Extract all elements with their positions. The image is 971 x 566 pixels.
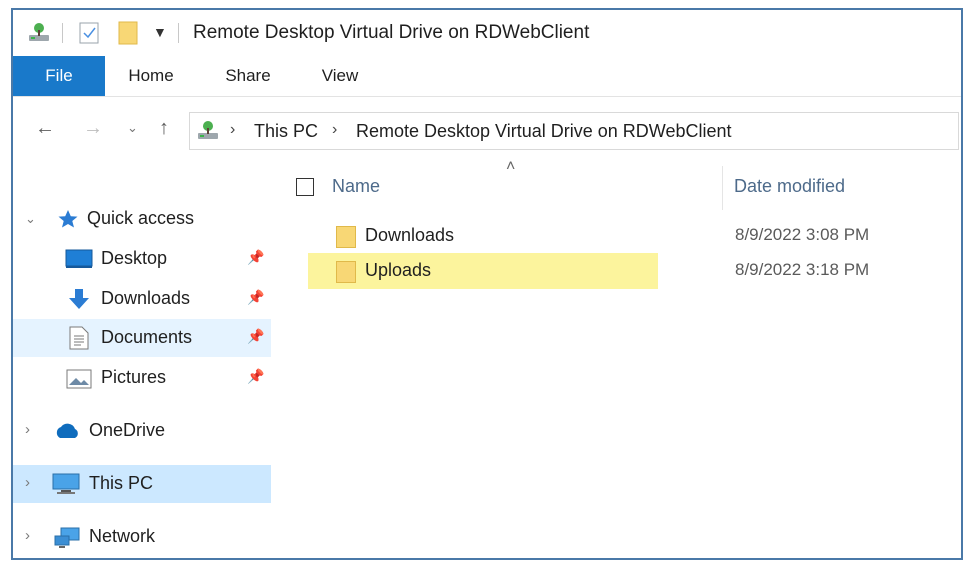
tab-home[interactable]: Home: [119, 56, 183, 96]
nav-label: Downloads: [101, 288, 191, 308]
expand-chevron-icon[interactable]: ›: [25, 527, 30, 544]
address-bar[interactable]: › This PC › Remote Desktop Virtual Drive…: [189, 112, 959, 150]
column-header-date-modified[interactable]: Date modified: [734, 176, 845, 197]
toolbar-separator: [178, 23, 179, 43]
nav-network[interactable]: › Network: [13, 518, 271, 556]
pin-icon[interactable]: 📌: [247, 289, 264, 306]
network-icon: [53, 526, 81, 555]
recent-locations-chevron-icon[interactable]: ⌄: [127, 120, 138, 136]
properties-icon[interactable]: [79, 22, 99, 49]
file-list: ˄ Name Date modified Downloads 8/9/2022 …: [278, 158, 961, 558]
download-arrow-icon: [67, 287, 91, 316]
nav-item-documents[interactable]: Documents 📌: [13, 319, 271, 357]
breadcrumb-separator-icon: ›: [332, 121, 338, 138]
back-arrow-icon[interactable]: ←: [35, 117, 55, 140]
pin-icon[interactable]: 📌: [247, 368, 264, 385]
nav-label: Desktop: [101, 248, 168, 268]
pin-icon[interactable]: 📌: [247, 328, 264, 345]
toolbar-separator: [62, 23, 63, 43]
cloud-icon: [53, 423, 81, 444]
star-icon: [57, 209, 79, 234]
pin-icon[interactable]: 📌: [247, 249, 264, 266]
computer-icon: [51, 473, 81, 500]
file-date: 8/9/2022 3:18 PM: [735, 260, 870, 279]
nav-label: Documents: [101, 327, 193, 347]
drive-icon[interactable]: [27, 21, 51, 50]
file-date: 8/9/2022 3:08 PM: [735, 225, 870, 244]
nav-label: Quick access: [87, 208, 195, 228]
file-name: Downloads: [365, 225, 455, 245]
drive-icon: [196, 119, 220, 148]
select-all-checkbox[interactable]: [296, 178, 314, 196]
customize-dropdown-icon[interactable]: ▼: [153, 24, 167, 40]
file-row[interactable]: Downloads 8/9/2022 3:08 PM: [308, 218, 958, 254]
nav-item-pictures[interactable]: Pictures 📌: [13, 359, 271, 397]
file-name: Uploads: [365, 260, 432, 280]
nav-label: OneDrive: [89, 420, 166, 440]
nav-item-downloads[interactable]: Downloads 📌: [13, 280, 271, 318]
title-bar: ▼ Remote Desktop Virtual Drive on RDWebC…: [13, 10, 961, 56]
breadcrumb-separator-icon: ›: [230, 121, 236, 138]
expand-chevron-icon[interactable]: ›: [25, 421, 30, 438]
forward-arrow-icon[interactable]: →: [83, 117, 103, 140]
navigation-pane: ⌄ Quick access Desktop 📌 Downloads 📌 Doc…: [13, 164, 273, 558]
column-divider[interactable]: [722, 166, 723, 210]
nav-item-desktop[interactable]: Desktop 📌: [13, 240, 271, 278]
address-row: ← → ⌄ ↑ › This PC › Remote Desktop Virtu…: [13, 96, 961, 164]
tab-share[interactable]: Share: [213, 56, 283, 96]
tab-view[interactable]: View: [311, 56, 369, 96]
picture-icon: [66, 369, 92, 394]
nav-label: This PC: [89, 473, 154, 493]
file-row-highlighted[interactable]: Uploads 8/9/2022 3:18 PM: [308, 253, 958, 289]
desktop-icon: [65, 249, 93, 274]
ribbon-tabs: File Home Share View: [13, 56, 961, 97]
expand-chevron-icon[interactable]: ⌄: [25, 211, 36, 227]
nav-label: Pictures: [101, 367, 167, 387]
nav-onedrive[interactable]: › OneDrive: [13, 412, 271, 450]
explorer-window: ▼ Remote Desktop Virtual Drive on RDWebC…: [11, 8, 963, 560]
nav-label: Network: [89, 526, 156, 546]
breadcrumb-this-pc[interactable]: This PC: [254, 121, 318, 142]
sort-ascending-icon: ˄: [506, 158, 516, 175]
document-icon: [69, 326, 89, 355]
highlight-marker: [308, 253, 658, 289]
nav-this-pc[interactable]: › This PC: [13, 465, 271, 503]
window-title: Remote Desktop Virtual Drive on RDWebCli…: [193, 22, 590, 43]
column-header-name[interactable]: Name: [332, 176, 380, 197]
tab-file[interactable]: File: [13, 56, 105, 96]
new-folder-icon[interactable]: [118, 20, 138, 51]
folder-icon: [336, 261, 356, 283]
breadcrumb-current-folder[interactable]: Remote Desktop Virtual Drive on RDWebCli…: [356, 121, 732, 142]
expand-chevron-icon[interactable]: ›: [25, 474, 30, 491]
folder-icon: [336, 226, 356, 248]
nav-quick-access[interactable]: ⌄ Quick access: [13, 200, 271, 238]
up-arrow-icon[interactable]: ↑: [159, 117, 169, 140]
